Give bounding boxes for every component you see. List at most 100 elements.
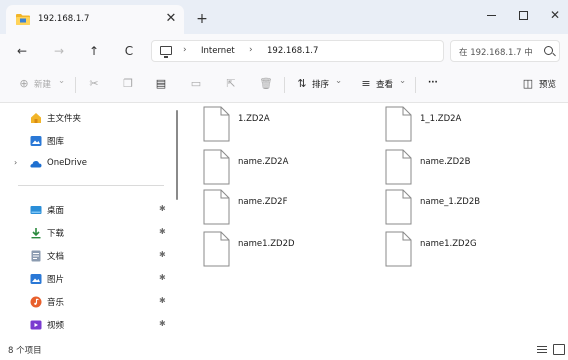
sort-button[interactable]: 排序 — [312, 78, 329, 90]
details-view-icon[interactable] — [537, 344, 549, 355]
tab-title: 192.168.1.7 — [38, 14, 90, 24]
file-item[interactable]: name_1.ZD2B — [385, 189, 555, 229]
file-icon — [385, 189, 412, 225]
sidebar-item-label: 桌面 — [47, 206, 65, 216]
file-icon — [203, 189, 230, 225]
breadcrumb-separator: › — [183, 45, 187, 55]
sidebar-item-desktop[interactable]: 桌面 ✱ — [0, 200, 178, 220]
maximize-icon — [518, 11, 528, 20]
file-name: name.ZD2A — [238, 157, 289, 167]
delete-icon[interactable]: 🗑 — [259, 77, 273, 91]
back-button[interactable]: ← — [13, 42, 31, 60]
home-icon — [30, 112, 42, 124]
refresh-button[interactable]: C — [120, 42, 138, 60]
sidebar-item-videos[interactable]: 视频 ✱ — [0, 315, 178, 335]
address-bar[interactable]: › Internet › 192.168.1.7 — [151, 40, 444, 62]
navigation-bar: ← → ↑ C › Internet › 192.168.1.7 在 192.1… — [0, 34, 568, 68]
sidebar-scrollbar[interactable] — [176, 110, 178, 200]
pictures-icon — [30, 273, 42, 285]
search-icon — [544, 46, 553, 55]
file-name: 1.ZD2A — [238, 114, 270, 124]
pin-icon: ✱ — [159, 319, 166, 328]
item-count: 8 个项目 — [8, 346, 42, 356]
new-tab-button[interactable]: + — [193, 10, 211, 28]
view-button[interactable]: 查看 — [376, 78, 393, 90]
chevron-right-icon[interactable]: › — [14, 158, 17, 167]
file-icon — [203, 231, 230, 267]
file-name: name1.ZD2D — [238, 239, 295, 249]
sidebar-item-label: 文档 — [47, 252, 65, 262]
breadcrumb-separator: › — [249, 45, 253, 55]
breadcrumb-host[interactable]: 192.168.1.7 — [267, 46, 318, 56]
title-bar: 192.168.1.7 ✕ + ✕ — [0, 0, 568, 34]
view-caret-icon: ⌄ — [399, 76, 407, 86]
tab-close-button[interactable]: ✕ — [162, 10, 180, 28]
paste-icon[interactable]: ▤ — [154, 77, 168, 91]
file-item[interactable]: name.ZD2A — [203, 149, 373, 189]
pin-icon: ✱ — [159, 204, 166, 213]
sidebar-item-music[interactable]: 音乐 ✱ — [0, 292, 178, 312]
toolbar-divider — [75, 77, 76, 93]
sidebar-item-label: 主文件夹 — [47, 114, 82, 124]
cut-icon[interactable]: ✂ — [87, 77, 101, 91]
gallery-icon — [30, 135, 42, 147]
sidebar-item-downloads[interactable]: 下载 ✱ — [0, 223, 178, 243]
sidebar-item-label: OneDrive — [47, 158, 87, 168]
sidebar-item-onedrive[interactable]: › OneDrive — [0, 154, 178, 174]
file-name: name_1.ZD2B — [420, 197, 481, 207]
download-icon — [30, 227, 42, 239]
sidebar-item-gallery[interactable]: 图库 — [0, 131, 178, 151]
file-name: name.ZD2F — [238, 197, 288, 207]
share-icon[interactable]: ⇱ — [224, 77, 238, 91]
copy-icon[interactable]: ❐ — [121, 77, 135, 91]
pin-icon: ✱ — [159, 250, 166, 259]
breadcrumb-internet[interactable]: Internet — [201, 46, 235, 56]
sidebar-item-home[interactable]: 主文件夹 — [0, 108, 178, 128]
forward-button[interactable]: → — [50, 42, 68, 60]
sort-caret-icon: ⌄ — [335, 76, 343, 86]
file-icon — [385, 106, 412, 142]
file-item[interactable]: 1_1.ZD2A — [385, 106, 555, 146]
folder-icon — [16, 14, 30, 25]
file-icon — [385, 231, 412, 267]
preview-pane-icon: ◫ — [522, 77, 534, 90]
new-caret-icon: ⌄ — [58, 76, 66, 86]
preview-button[interactable]: 预览 — [539, 78, 556, 90]
toolbar-divider — [284, 77, 285, 93]
maximize-button[interactable] — [508, 4, 538, 26]
file-item[interactable]: name.ZD2F — [203, 189, 373, 229]
minimize-icon — [486, 15, 496, 16]
sidebar-item-documents[interactable]: 文档 ✱ — [0, 246, 178, 266]
file-icon — [203, 106, 230, 142]
sort-icon: ⇅ — [297, 77, 307, 90]
pin-icon: ✱ — [159, 273, 166, 282]
more-options-button[interactable]: ··· — [428, 78, 438, 88]
sidebar-divider — [18, 185, 164, 186]
tab-current[interactable]: 192.168.1.7 ✕ — [6, 5, 184, 34]
search-box[interactable]: 在 192.168.1.7 中 — [450, 40, 560, 62]
sidebar-item-pictures[interactable]: 图片 ✱ — [0, 269, 178, 289]
tiles-view-icon[interactable] — [553, 344, 565, 355]
minimize-button[interactable] — [476, 4, 506, 26]
new-button[interactable]: 新建 — [34, 78, 51, 90]
toolbar-divider — [415, 77, 416, 93]
sidebar-item-label: 音乐 — [47, 298, 65, 308]
pin-icon: ✱ — [159, 227, 166, 236]
file-item[interactable]: name.ZD2B — [385, 149, 555, 189]
sidebar-item-label: 视频 — [47, 321, 65, 331]
music-icon — [30, 296, 42, 308]
file-name: name1.ZD2G — [420, 239, 477, 249]
file-item[interactable]: name1.ZD2G — [385, 231, 555, 271]
sidebar-item-label: 图库 — [47, 137, 65, 147]
close-window-button[interactable]: ✕ — [540, 4, 568, 26]
sidebar-item-label: 下载 — [47, 229, 65, 239]
videos-icon — [30, 319, 42, 331]
file-name: 1_1.ZD2A — [420, 114, 462, 124]
search-placeholder: 在 192.168.1.7 中 — [459, 48, 533, 58]
rename-icon[interactable]: ▭ — [189, 77, 203, 91]
up-button[interactable]: ↑ — [85, 42, 103, 60]
onedrive-icon — [30, 158, 42, 170]
file-item[interactable]: 1.ZD2A — [203, 106, 373, 146]
file-item[interactable]: name1.ZD2D — [203, 231, 373, 271]
file-list: 1.ZD2A 1_1.ZD2A name.ZD2A name.ZD2B name… — [181, 103, 568, 339]
